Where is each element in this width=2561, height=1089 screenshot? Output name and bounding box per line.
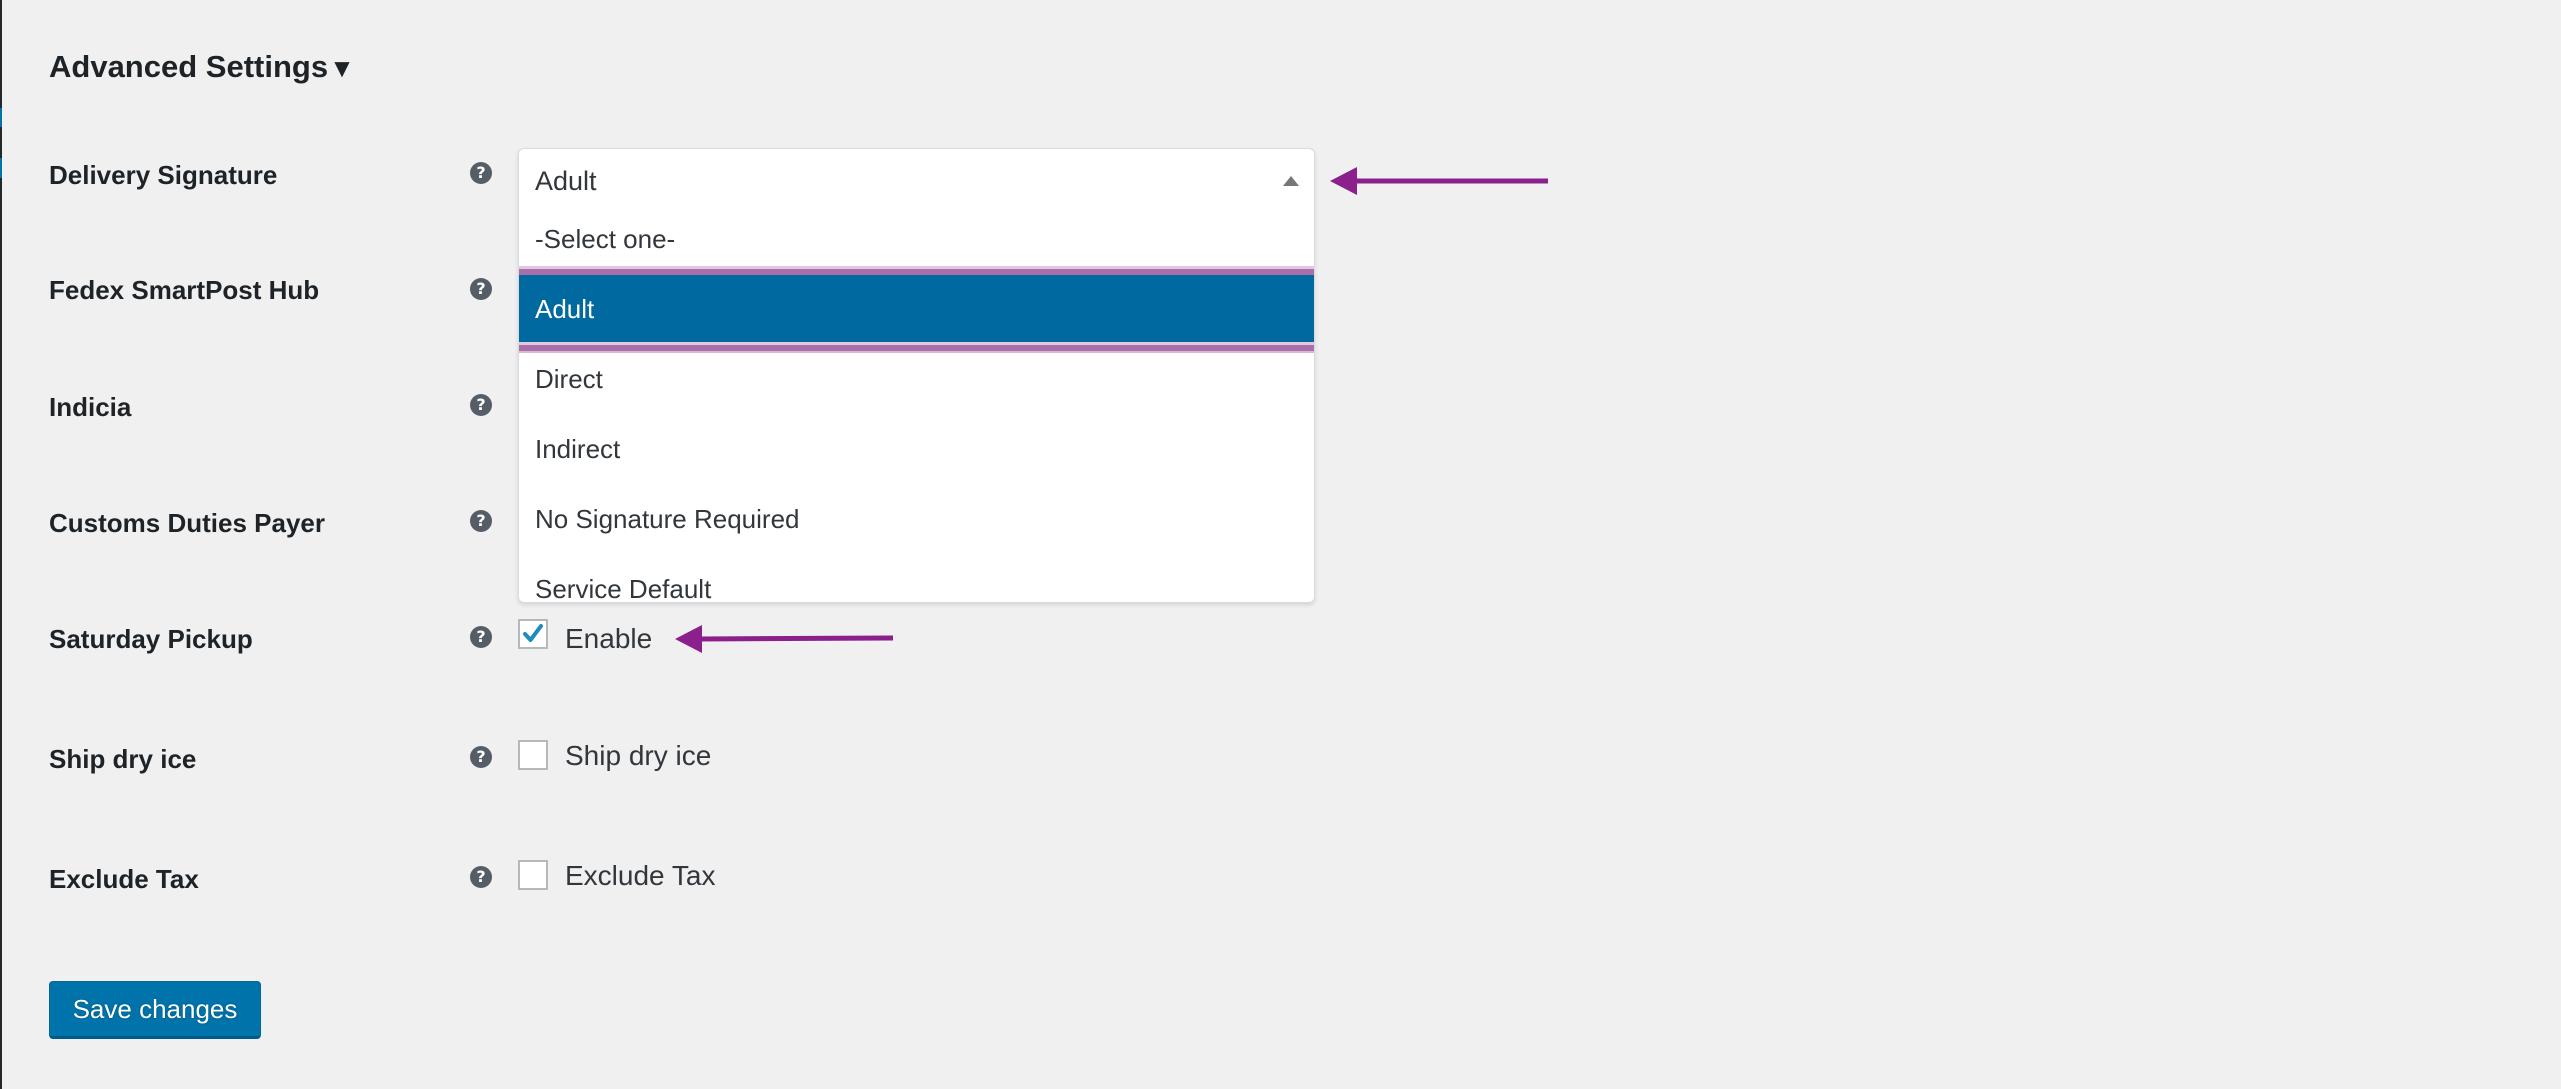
help-icon[interactable]: ?: [470, 626, 492, 648]
select-option[interactable]: Service Default: [519, 573, 1314, 602]
select-option-highlighted[interactable]: Adult: [519, 266, 1314, 353]
caret-up-icon[interactable]: [1283, 176, 1299, 186]
help-icon[interactable]: ?: [470, 278, 492, 300]
help-icon[interactable]: ?: [470, 866, 492, 888]
exclude-tax-checkbox-label[interactable]: Exclude Tax: [565, 860, 715, 892]
help-icon[interactable]: ?: [470, 394, 492, 416]
select-option[interactable]: Indirect: [519, 433, 1314, 465]
ship-dry-ice-checkbox-label[interactable]: Ship dry ice: [565, 740, 711, 772]
section-title: Advanced Settings: [49, 49, 329, 84]
ship-dry-ice-checkbox[interactable]: [518, 740, 548, 770]
field-label-exclude-tax: Exclude Tax: [49, 864, 199, 894]
checkmark-icon: [523, 624, 543, 642]
help-icon[interactable]: ?: [470, 162, 492, 184]
field-label-fedex-smartpost-hub: Fedex SmartPost Hub: [49, 275, 320, 305]
exclude-tax-checkbox[interactable]: [518, 860, 548, 890]
highlight-band: [519, 342, 1314, 353]
advanced-settings-toggle[interactable]: Advanced Settings▼: [49, 48, 355, 87]
sidebar-active-marker: [0, 108, 2, 127]
annotation-arrow-icon: [675, 625, 894, 653]
help-icon[interactable]: ?: [470, 510, 492, 532]
field-label-indicia: Indicia: [49, 392, 132, 422]
sidebar-active-marker: [0, 158, 2, 178]
saturday-pickup-checkbox-label[interactable]: Enable: [565, 623, 652, 655]
select-option[interactable]: Direct: [519, 363, 1314, 395]
field-label-delivery-signature: Delivery Signature: [49, 160, 278, 190]
select-option-label: Adult: [519, 275, 1314, 344]
help-icon[interactable]: ?: [470, 746, 492, 768]
select-option[interactable]: No Signature Required: [519, 503, 1314, 535]
field-label-ship-dry-ice: Ship dry ice: [49, 744, 197, 774]
save-changes-button[interactable]: Save changes: [49, 981, 261, 1039]
field-label-customs-duties-payer: Customs Duties Payer: [49, 508, 325, 538]
select-current-value[interactable]: Adult: [535, 165, 597, 197]
caret-down-icon: ▼: [329, 53, 355, 83]
saturday-pickup-checkbox[interactable]: [518, 619, 548, 649]
select-option[interactable]: -Select one-: [519, 223, 1314, 255]
field-label-saturday-pickup: Saturday Pickup: [49, 624, 253, 654]
delivery-signature-select[interactable]: Adult -Select one- Adult Direct Indirect…: [518, 148, 1315, 603]
annotation-arrow-icon: [1330, 167, 1548, 195]
